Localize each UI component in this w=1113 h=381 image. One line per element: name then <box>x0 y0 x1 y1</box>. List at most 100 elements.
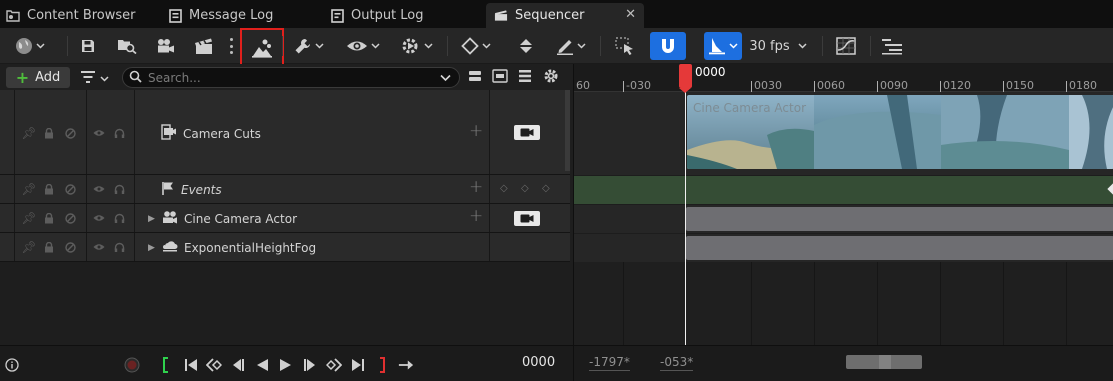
info-icon[interactable] <box>4 357 20 373</box>
settings-button[interactable] <box>543 69 559 85</box>
camera-lock-button[interactable] <box>514 211 540 226</box>
loop-arrow-icon[interactable] <box>398 357 414 373</box>
cine-camera-actor-section[interactable] <box>686 207 1113 231</box>
pin-icon[interactable]: 📌︎ <box>21 211 36 225</box>
ruler-tick <box>940 81 941 92</box>
search-box[interactable] <box>122 67 460 88</box>
expand-arrow-icon[interactable]: ▶ <box>148 243 156 253</box>
camera-cut-track-button[interactable] <box>240 28 284 68</box>
timeline-scrollbar-thumb[interactable] <box>846 355 922 369</box>
create-camera-button[interactable] <box>155 33 177 59</box>
time-ruler[interactable]: 60 -030 0030 0060 0090 0120 0150 0180 <box>574 64 1113 92</box>
playback-options-dropdown[interactable] <box>398 33 436 59</box>
add-plus-icon[interactable]: + <box>469 177 483 197</box>
list-icon <box>518 69 532 86</box>
play-icon[interactable] <box>278 357 294 373</box>
track-filter-button[interactable] <box>517 69 533 85</box>
key-interpolation-button[interactable] <box>514 33 538 59</box>
find-in-content-browser-button[interactable] <box>116 33 138 59</box>
snap-options-dropdown[interactable] <box>704 32 742 60</box>
curve-editor-button[interactable] <box>835 33 857 59</box>
headphones-icon[interactable] <box>113 183 125 195</box>
previous-key-icon[interactable] <box>206 357 222 373</box>
expand-arrow-icon[interactable]: ▶ <box>148 214 156 224</box>
view-range-end[interactable]: -053* <box>660 355 694 371</box>
key-options-dropdown[interactable] <box>457 33 495 59</box>
record-button[interactable] <box>124 357 140 373</box>
output-log-icon <box>330 8 344 23</box>
jump-to-start-icon[interactable] <box>183 357 199 373</box>
pin-icon[interactable]: 📌︎ <box>21 182 36 196</box>
track-list-icon <box>881 37 903 55</box>
add-plus-icon[interactable]: + <box>469 206 483 226</box>
playhead-handle[interactable] <box>679 64 692 93</box>
track-row-events[interactable]: 📌︎ Events + ◇ ◇ ◇ <box>0 175 570 204</box>
set-start-icon[interactable] <box>158 357 174 373</box>
jump-to-end-icon[interactable] <box>350 357 366 373</box>
close-icon[interactable]: ✕ <box>625 7 636 22</box>
play-reverse-icon[interactable] <box>254 357 270 373</box>
selection-tool-button[interactable] <box>613 33 637 59</box>
track-row-camera-cuts[interactable]: 📌︎ Camera Cuts + <box>0 90 570 175</box>
next-frame-icon[interactable] <box>302 357 318 373</box>
fog-section[interactable] <box>686 236 1113 260</box>
deactivate-icon[interactable] <box>64 127 76 139</box>
camera-cut-section[interactable]: Cine Camera Actor <box>687 95 1113 169</box>
next-key-icon[interactable]: ◇ <box>542 183 550 194</box>
frame-rate-dropdown[interactable]: 30 fps <box>748 33 808 59</box>
headphones-icon[interactable] <box>113 212 125 224</box>
world-settings-button[interactable] <box>12 33 48 59</box>
chevron-down-icon[interactable] <box>440 71 451 85</box>
next-key-icon[interactable] <box>326 357 342 373</box>
lock-icon[interactable] <box>43 183 55 195</box>
headphones-icon[interactable] <box>113 241 125 253</box>
lock-icon[interactable] <box>43 212 55 224</box>
eye-icon[interactable] <box>93 127 105 139</box>
actions-dropdown[interactable] <box>291 33 327 59</box>
previous-key-icon[interactable]: ◇ <box>500 183 508 194</box>
lane-events[interactable] <box>574 175 1113 204</box>
search-input[interactable] <box>148 70 428 85</box>
current-frame-field[interactable]: 0000 <box>522 355 555 370</box>
snap-toggle[interactable] <box>650 32 686 60</box>
deactivate-icon[interactable] <box>64 241 76 253</box>
diamond-key-icon <box>461 37 479 55</box>
eye-icon[interactable] <box>93 241 105 253</box>
track-row-exponential-height-fog[interactable]: 📌︎ ▶ ExponentialHeightFog <box>0 233 570 262</box>
scrollbar[interactable] <box>565 90 570 171</box>
add-plus-icon[interactable]: + <box>469 121 483 141</box>
view-range-start[interactable]: -1797* <box>589 355 630 371</box>
previous-frame-icon[interactable] <box>230 357 246 373</box>
add-track-button[interactable]: + Add <box>6 67 70 88</box>
event-key-icon[interactable] <box>1107 183 1113 195</box>
add-key-icon[interactable]: ◇ <box>521 183 529 194</box>
headphones-icon[interactable] <box>113 127 125 139</box>
lock-icon[interactable] <box>43 241 55 253</box>
sequencer-settings-button[interactable] <box>880 33 904 59</box>
track-row-cine-camera-actor[interactable]: 📌︎ ▶ Cine Camera Actor + <box>0 204 570 233</box>
view-options-dropdown[interactable] <box>344 33 382 59</box>
pin-icon[interactable]: 📌︎ <box>21 240 36 254</box>
tab-message-log[interactable]: Message Log <box>168 3 273 28</box>
camera-lock-button[interactable] <box>514 125 540 140</box>
tab-output-log[interactable]: Output Log <box>330 3 424 28</box>
tab-content-browser[interactable]: Content Browser <box>6 3 136 28</box>
lane-camera-cuts: Cine Camera Actor <box>574 92 1113 175</box>
save-button[interactable] <box>78 33 98 59</box>
deactivate-icon[interactable] <box>64 183 76 195</box>
more-options-icon[interactable] <box>230 38 233 54</box>
lock-icon[interactable] <box>43 127 55 139</box>
edit-tools-dropdown[interactable] <box>552 33 590 59</box>
eye-icon[interactable] <box>93 212 105 224</box>
set-end-icon[interactable] <box>374 357 390 373</box>
tab-sequencer[interactable]: Sequencer ✕ <box>486 3 644 28</box>
collapse-all-button[interactable] <box>467 69 483 85</box>
eye-icon[interactable] <box>93 183 105 195</box>
render-movie-button[interactable] <box>192 33 216 59</box>
filter-dropdown[interactable] <box>80 69 109 87</box>
deactivate-icon[interactable] <box>64 212 76 224</box>
pin-icon[interactable]: 📌︎ <box>21 126 36 140</box>
chevron-down-icon <box>798 43 807 49</box>
lane-exponential-height-fog <box>574 233 1113 262</box>
expand-all-button[interactable] <box>492 68 508 85</box>
